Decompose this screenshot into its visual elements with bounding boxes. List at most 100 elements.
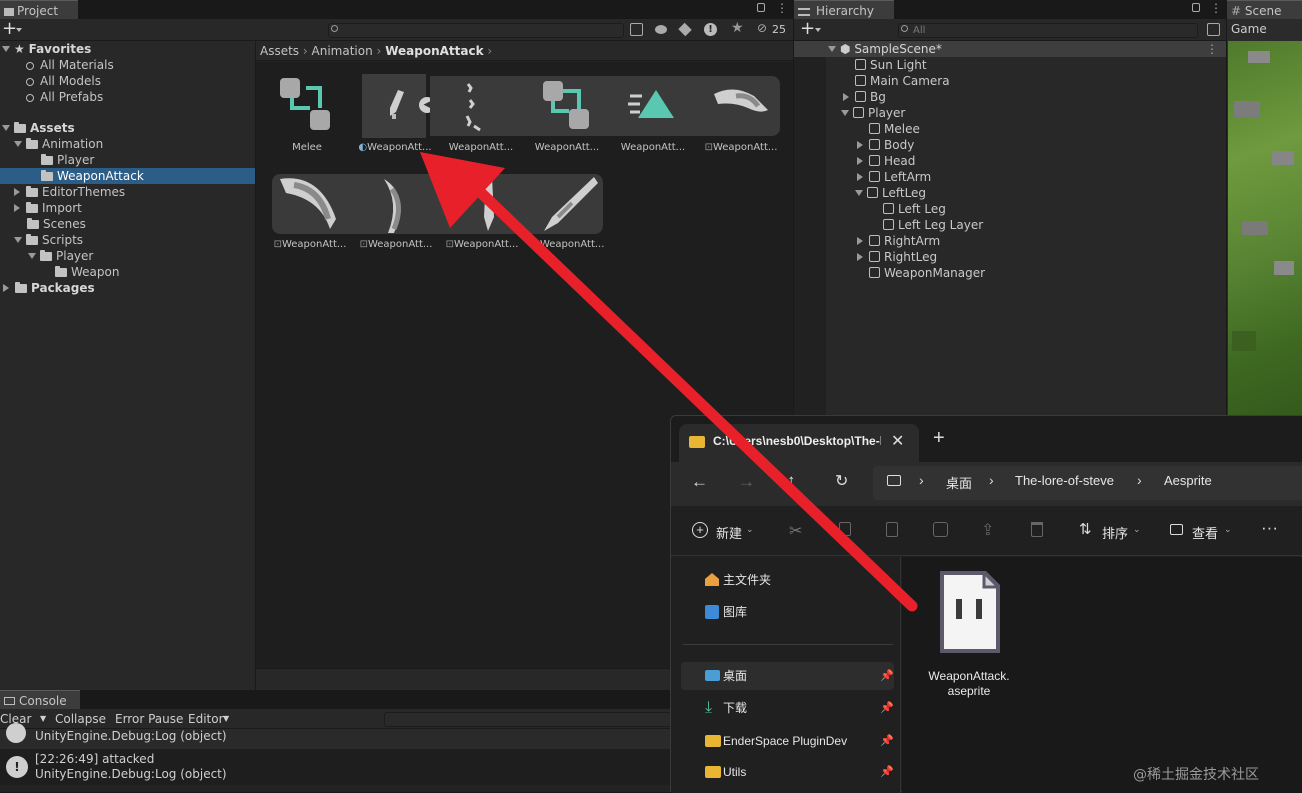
expand-arrow-icon[interactable] xyxy=(855,190,863,196)
pin-icon[interactable]: 📌 xyxy=(880,694,894,722)
packages-row[interactable]: Packages xyxy=(0,280,255,296)
copy-icon[interactable] xyxy=(839,522,851,536)
search-by-label-icon[interactable] xyxy=(655,25,667,34)
lock-icon[interactable] xyxy=(757,3,765,12)
more-options-icon[interactable]: ··· xyxy=(1261,518,1278,538)
chevron-down-icon[interactable] xyxy=(16,28,22,32)
favorite-item[interactable]: All Models xyxy=(0,73,255,89)
forward-arrow-icon[interactable]: → xyxy=(738,472,755,492)
cut-icon[interactable]: ✂ xyxy=(789,521,802,541)
collapse-arrow-icon[interactable] xyxy=(857,253,863,261)
tree-item-weapon[interactable]: Weapon xyxy=(0,264,255,280)
collapse-arrow-icon[interactable] xyxy=(14,204,20,212)
breadcrumb-item[interactable]: Aesprite xyxy=(1164,473,1212,488)
scene-visibility-icon[interactable] xyxy=(1207,23,1220,36)
sort-button[interactable]: 排序 xyxy=(1102,523,1128,542)
hierarchy-item[interactable]: RightLeg xyxy=(794,249,1226,265)
log-entry[interactable]: UnityEngine.Debug:Log (object) xyxy=(0,723,700,749)
share-icon[interactable]: ⇪ xyxy=(981,520,994,540)
breadcrumb-item[interactable]: The-lore-of-steve xyxy=(1015,473,1114,488)
game-tab[interactable]: Game xyxy=(1231,22,1267,36)
scene-viewport[interactable] xyxy=(1228,41,1302,415)
chevron-down-icon[interactable]: ⌄ xyxy=(1224,524,1232,535)
paste-icon[interactable] xyxy=(886,522,898,537)
tree-item-editorthemes[interactable]: EditorThemes xyxy=(0,184,255,200)
hierarchy-item[interactable]: Sun Light xyxy=(794,57,1226,73)
hierarchy-item[interactable]: Left Leg Layer xyxy=(794,217,1226,233)
kebab-menu-icon[interactable]: ⋮ xyxy=(1210,1,1222,15)
kebab-menu-icon[interactable]: ⋮ xyxy=(1206,41,1218,57)
hierarchy-item[interactable]: WeaponManager xyxy=(794,265,1226,281)
collapse-arrow-icon[interactable] xyxy=(857,141,863,149)
error-pause-button[interactable]: Error Pause xyxy=(115,709,183,729)
breadcrumb-item[interactable]: Animation xyxy=(312,44,373,58)
scene-tab[interactable]: # Scene xyxy=(1227,0,1302,19)
slash-sprite-icon[interactable] xyxy=(706,80,776,130)
sidebar-item-desktop[interactable]: 桌面 📌 xyxy=(681,662,894,690)
collapse-arrow-icon[interactable] xyxy=(857,173,863,181)
close-icon[interactable]: ✕ xyxy=(891,431,904,451)
hierarchy-item[interactable]: Melee xyxy=(794,121,1226,137)
expand-arrow-icon[interactable] xyxy=(841,110,849,116)
collapse-button[interactable]: Collapse xyxy=(55,709,106,729)
expand-arrow-icon[interactable] xyxy=(828,46,836,52)
sidebar-item-downloads[interactable]: ⤓ 下载 📌 xyxy=(681,694,894,722)
collapse-arrow-icon[interactable] xyxy=(14,188,20,196)
chevron-down-icon[interactable]: ⌄ xyxy=(1133,524,1141,535)
add-button[interactable]: + xyxy=(800,18,815,40)
collapse-arrow-icon[interactable] xyxy=(857,157,863,165)
slash-sprite-icon[interactable] xyxy=(374,175,424,233)
pin-icon[interactable]: 📌 xyxy=(880,662,894,690)
explorer-tab[interactable]: C:\Users\nesb0\Desktop\The-l ✕ xyxy=(679,424,919,462)
favorite-item[interactable]: All Prefabs xyxy=(0,89,255,105)
console-tab[interactable]: Console xyxy=(0,690,80,709)
asset-item-sprite-selected[interactable] xyxy=(362,74,426,138)
breadcrumb-item[interactable]: 桌面 xyxy=(946,473,972,492)
tree-item-player[interactable]: Player xyxy=(0,152,255,168)
hierarchy-search-input[interactable]: All xyxy=(898,23,1198,38)
hierarchy-item[interactable]: Bg xyxy=(794,89,1226,105)
animator-controller-icon[interactable] xyxy=(539,79,595,131)
star-icon[interactable]: ★ xyxy=(731,20,744,36)
tree-item-scripts-player[interactable]: Player xyxy=(0,248,255,264)
project-search-input[interactable] xyxy=(328,23,624,38)
search-by-type-icon[interactable] xyxy=(630,23,643,36)
sidebar-item-home[interactable]: 主文件夹 xyxy=(681,566,894,594)
assets-root-row[interactable]: Assets xyxy=(0,120,255,136)
new-tab-button[interactable]: + xyxy=(933,427,945,450)
refresh-icon[interactable]: ↻ xyxy=(835,471,848,491)
pin-icon[interactable]: 📌 xyxy=(880,727,894,755)
breadcrumb-item[interactable]: Assets xyxy=(260,44,299,58)
expand-arrow-icon[interactable] xyxy=(14,237,22,243)
chevron-down-icon[interactable]: ⌄ xyxy=(746,524,754,535)
expand-arrow-icon[interactable] xyxy=(14,141,22,147)
back-arrow-icon[interactable]: ← xyxy=(691,472,708,492)
hierarchy-item[interactable]: LeftArm xyxy=(794,169,1226,185)
console-search-input[interactable] xyxy=(384,712,684,727)
warning-icon[interactable]: ! xyxy=(704,23,717,36)
sprite-frame-icon[interactable] xyxy=(456,78,486,136)
favorite-item[interactable]: All Materials xyxy=(0,57,255,73)
pin-icon[interactable]: 📌 xyxy=(880,758,894,786)
delete-icon[interactable] xyxy=(1031,522,1043,537)
hierarchy-item[interactable]: Player xyxy=(794,105,1226,121)
chevron-down-icon[interactable] xyxy=(815,28,821,32)
favorites-row[interactable]: ★ Favorites xyxy=(0,41,255,57)
kebab-menu-icon[interactable]: ⋮ xyxy=(776,1,788,15)
hierarchy-item[interactable]: Main Camera xyxy=(794,73,1226,89)
animation-clip-icon[interactable] xyxy=(626,86,686,126)
collapse-arrow-icon[interactable] xyxy=(3,284,9,292)
tree-item-import[interactable]: Import xyxy=(0,200,255,216)
scene-header-row[interactable]: ⬢ SampleScene* ⋮ xyxy=(794,41,1226,57)
sword-sprite-icon[interactable] xyxy=(470,175,510,233)
collapse-arrow-icon[interactable] xyxy=(843,93,849,101)
tree-item-scenes[interactable]: Scenes xyxy=(0,216,255,232)
sword-sprite-icon[interactable] xyxy=(532,175,602,233)
view-button[interactable]: 查看 xyxy=(1192,523,1218,542)
log-entry[interactable]: ! [22:26:49] attacked UnityEngine.Debug:… xyxy=(0,749,700,785)
up-arrow-icon[interactable]: ↑ xyxy=(787,471,796,491)
expand-arrow-icon[interactable] xyxy=(2,125,10,131)
hierarchy-item[interactable]: LeftLeg xyxy=(794,185,1226,201)
slash-sprite-icon[interactable] xyxy=(274,175,344,233)
hierarchy-item[interactable]: Left Leg xyxy=(794,201,1226,217)
